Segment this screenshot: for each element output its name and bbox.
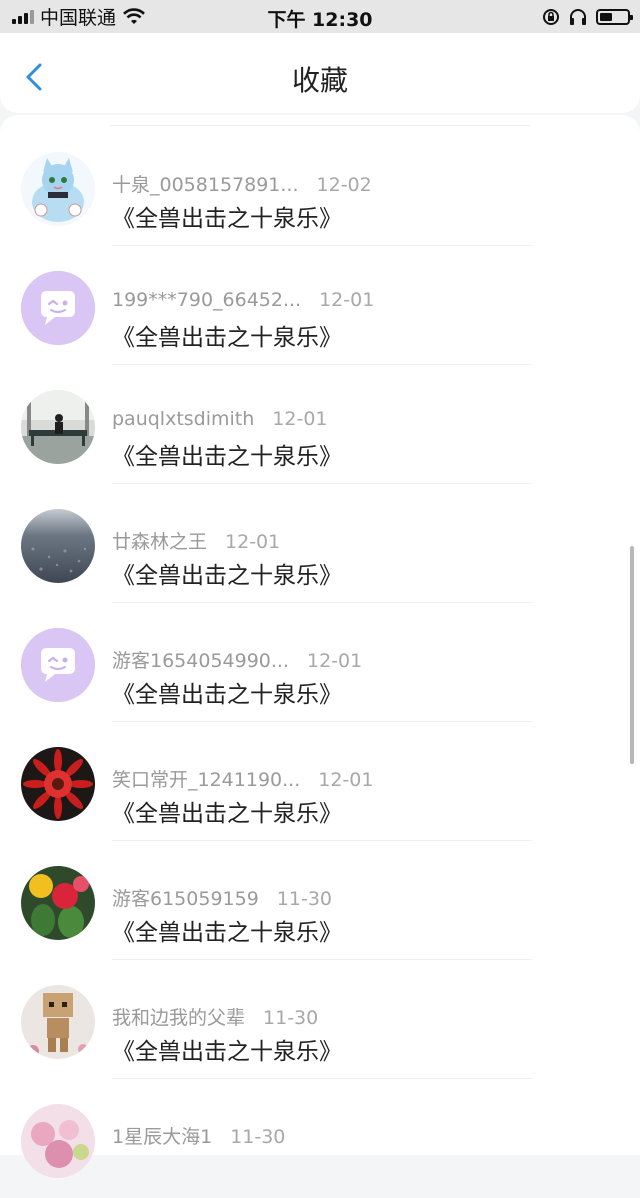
user-name-text: 游客615059159 [112, 888, 259, 910]
user-name-text: 我和边我的父辈 [112, 1007, 246, 1029]
user-name-text: 十泉_0058157891... [112, 174, 299, 196]
list-top-divider [110, 125, 530, 126]
list-item[interactable]: 十泉_0058157891... 12-02 《全兽出击之十泉乐》 [0, 127, 640, 246]
user-name: 廿森林之王 12-01 [112, 527, 280, 554]
user-name-text: 廿森林之王 [112, 531, 208, 553]
user-name: 199***790_66452... 12-01 [112, 289, 374, 311]
rotation-lock-icon [543, 8, 559, 25]
favorite-date: 12-01 [319, 289, 375, 311]
book-title: 《全兽出击之十泉乐》 [112, 920, 342, 946]
user-name: 游客1654054990... 12-01 [112, 646, 362, 673]
favorite-date: 12-01 [307, 650, 363, 672]
book-title: 《全兽出击之十泉乐》 [112, 444, 342, 470]
avatar[interactable] [21, 1104, 95, 1178]
book-title: 《全兽出击之十泉乐》 [112, 325, 342, 351]
page-title: 收藏 [291, 64, 348, 97]
book-title: 《全兽出击之十泉乐》 [112, 1039, 342, 1065]
list-item[interactable]: 1星辰大海1 11-30 [0, 1079, 640, 1198]
avatar[interactable] [21, 271, 95, 345]
user-name: 1星辰大海1 11-30 [112, 1122, 285, 1149]
book-title: 《全兽出击之十泉乐》 [112, 682, 342, 708]
status-bar: 中国联通 下午 12:30 [0, 0, 640, 33]
user-name: pauqlxtsdimith 12-01 [112, 408, 328, 430]
favorite-date: 12-02 [316, 174, 372, 196]
nav-header: 收藏 [0, 33, 640, 113]
user-name: 十泉_0058157891... 12-02 [112, 170, 372, 197]
favorite-date: 11-30 [263, 1007, 319, 1029]
favorite-date: 12-01 [318, 769, 374, 791]
user-name-text: 游客1654054990... [112, 650, 290, 672]
list-item[interactable]: 廿森林之王 12-01 《全兽出击之十泉乐》 [0, 484, 640, 603]
user-name: 游客615059159 11-30 [112, 884, 332, 911]
user-name: 我和边我的父辈 11-30 [112, 1003, 318, 1030]
list-item[interactable]: 游客1654054990... 12-01 《全兽出击之十泉乐》 [0, 603, 640, 722]
list-item[interactable]: 199***790_66452... 12-01 《全兽出击之十泉乐》 [0, 246, 640, 365]
user-name-text: 199***790_66452... [112, 289, 302, 311]
book-title: 《全兽出击之十泉乐》 [112, 563, 342, 589]
avatar[interactable] [21, 747, 95, 821]
headphones-icon [570, 8, 586, 25]
favorite-date: 11-30 [230, 1126, 286, 1148]
list-item[interactable]: 笑口常开_1241190... 12-01 《全兽出击之十泉乐》 [0, 722, 640, 841]
favorite-date: 12-01 [272, 408, 328, 430]
book-title: 《全兽出击之十泉乐》 [112, 206, 342, 232]
user-name-text: 笑口常开_1241190... [112, 769, 301, 791]
scrollbar[interactable] [630, 546, 634, 764]
list-item[interactable]: 游客615059159 11-30 《全兽出击之十泉乐》 [0, 841, 640, 960]
avatar[interactable] [21, 866, 95, 940]
favorites-list: 十泉_0058157891... 12-02 《全兽出击之十泉乐》 199***7… [0, 115, 640, 1178]
avatar[interactable] [21, 152, 95, 226]
list-item[interactable]: 我和边我的父辈 11-30 《全兽出击之十泉乐》 [0, 960, 640, 1079]
user-name-text: pauqlxtsdimith [112, 408, 255, 430]
book-title: 《全兽出击之十泉乐》 [112, 801, 342, 827]
avatar[interactable] [21, 390, 95, 464]
user-name-text: 1星辰大海1 [112, 1126, 213, 1148]
status-right [542, 0, 633, 33]
avatar[interactable] [21, 509, 95, 583]
user-name: 笑口常开_1241190... 12-01 [112, 765, 373, 792]
list-item[interactable]: pauqlxtsdimith 12-01 《全兽出击之十泉乐》 [0, 365, 640, 484]
avatar[interactable] [21, 628, 95, 702]
avatar[interactable] [21, 985, 95, 1059]
favorite-date: 11-30 [276, 888, 333, 910]
battery-icon [596, 8, 633, 25]
favorite-date: 12-01 [225, 531, 281, 553]
